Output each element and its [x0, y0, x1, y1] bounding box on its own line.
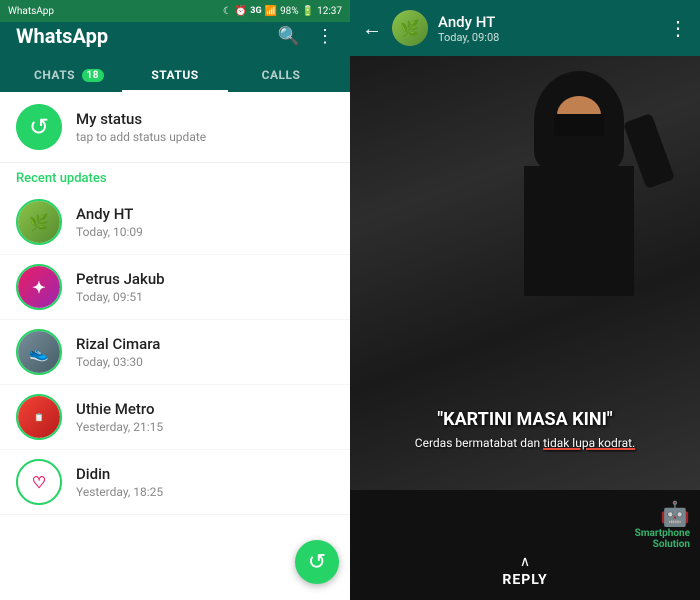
list-item[interactable]: ✦ Petrus Jakub Today, 09:51	[0, 255, 350, 320]
contact-name: Andy HT	[76, 205, 334, 223]
moon-icon: ☾	[223, 6, 232, 17]
meme-text-overlay: "KARTINI MASA KINI" Cerdas bermatabat da…	[350, 409, 700, 450]
watermark-text2: Solution	[653, 539, 690, 550]
tab-chats-badge: 18	[82, 69, 104, 82]
fab-button[interactable]: ↺	[295, 540, 339, 584]
veil	[554, 114, 604, 136]
contact-info: Didin Yesterday, 18:25	[76, 465, 334, 499]
chat-bottom-area: 🤖 Smartphone Solution ∧ REPLY	[350, 490, 700, 600]
body	[524, 166, 634, 296]
list-item[interactable]: 🌿 Andy HT Today, 10:09	[0, 190, 350, 255]
tabs: CHATS 18 STATUS CALLS	[16, 58, 334, 92]
avatar-icon-rizal: 👟	[29, 343, 49, 362]
contact-list: 🌿 Andy HT Today, 10:09 ✦ Petrus Jakub To…	[0, 190, 350, 600]
contact-info: Andy HT Today, 10:09	[76, 205, 334, 239]
avatar: ♡	[16, 459, 62, 505]
tab-chats-label: CHATS	[34, 68, 75, 82]
my-status-name: My status	[76, 110, 206, 128]
more-options-icon[interactable]: ⋮	[316, 26, 334, 47]
tab-chats[interactable]: CHATS 18	[16, 58, 122, 92]
chevron-up-icon: ∧	[520, 554, 530, 570]
contact-time: Yesterday, 21:15	[76, 420, 334, 434]
add-status-icon: ↺	[29, 113, 49, 141]
tab-status[interactable]: STATUS	[122, 58, 228, 92]
contact-name: Petrus Jakub	[76, 270, 334, 288]
meme-subtitle: Cerdas bermatabat dan tidak lupa kodrat.	[360, 436, 690, 450]
contact-info: Uthie Metro Yesterday, 21:15	[76, 400, 334, 434]
avatar-icon-didin: ♡	[32, 473, 46, 492]
status-bar: WhatsApp ☾ ⏰ 3G 📶 98% 🔋 12:37	[0, 0, 350, 22]
my-status-sub: tap to add status update	[76, 130, 206, 144]
contact-name: Rizal Cimara	[76, 335, 334, 353]
avatar: 📋	[16, 394, 62, 440]
header-icons: 🔍 ⋮	[278, 26, 334, 47]
meme-subtitle-underlined: tidak lupa kodrat.	[543, 436, 635, 450]
chat-avatar: 🌿	[392, 10, 428, 46]
chat-contact-time: Today, 09:08	[438, 31, 658, 44]
android-robot-icon: 🤖	[635, 500, 690, 528]
status-bar-left: WhatsApp	[8, 6, 54, 17]
contact-name: Didin	[76, 465, 334, 483]
list-item[interactable]: 👟 Rizal Cimara Today, 03:30	[0, 320, 350, 385]
chat-header: ← 🌿 Andy HT Today, 09:08 ⋮	[350, 0, 700, 56]
my-status-item[interactable]: ↺ My status tap to add status update	[0, 92, 350, 163]
whatsapp-status-label: WhatsApp	[8, 6, 54, 17]
contact-time: Yesterday, 18:25	[76, 485, 334, 499]
chat-contact-name: Andy HT	[438, 13, 658, 31]
list-item[interactable]: ♡ Didin Yesterday, 18:25	[0, 450, 350, 515]
list-item[interactable]: 📋 Uthie Metro Yesterday, 21:15	[0, 385, 350, 450]
chat-avatar-icon: 🌿	[400, 19, 420, 38]
left-panel: WhatsApp ☾ ⏰ 3G 📶 98% 🔋 12:37 WhatsApp 🔍…	[0, 0, 350, 600]
search-icon[interactable]: 🔍	[278, 26, 300, 47]
tab-calls-label: CALLS	[262, 68, 301, 82]
back-button[interactable]: ←	[362, 16, 382, 41]
meme-subtitle-text1: Cerdas bermatabat dan	[415, 436, 543, 450]
battery-icon: 🔋	[302, 6, 314, 17]
clock: 12:37	[317, 6, 342, 17]
watermark: 🤖 Smartphone Solution	[635, 500, 690, 550]
contact-time: Today, 10:09	[76, 225, 334, 239]
avatar: ✦	[16, 264, 62, 310]
reply-area[interactable]: ∧ REPLY	[502, 554, 547, 588]
signal-icon: 📶	[265, 6, 277, 17]
my-status-icon: ↺	[16, 104, 62, 150]
app-title: WhatsApp	[16, 24, 108, 48]
reply-button[interactable]: REPLY	[502, 572, 547, 588]
avatar: 👟	[16, 329, 62, 375]
contact-time: Today, 03:30	[76, 355, 334, 369]
tab-status-label: STATUS	[151, 68, 198, 82]
avatar-icon-uthie: 📋	[34, 413, 44, 423]
network-3g: 3G	[250, 6, 261, 16]
watermark-text1: Smartphone	[635, 528, 690, 539]
avatar: 🌿	[16, 199, 62, 245]
meme-image-area: "KARTINI MASA KINI" Cerdas bermatabat da…	[350, 56, 700, 490]
alarm-icon: ⏰	[235, 6, 247, 17]
right-panel: ← 🌿 Andy HT Today, 09:08 ⋮	[350, 0, 700, 600]
meme-background: "KARTINI MASA KINI" Cerdas bermatabat da…	[350, 56, 700, 490]
contact-name: Uthie Metro	[76, 400, 334, 418]
contact-time: Today, 09:51	[76, 290, 334, 304]
contact-info: Rizal Cimara Today, 03:30	[76, 335, 334, 369]
status-bar-right: ☾ ⏰ 3G 📶 98% 🔋 12:37	[223, 6, 342, 17]
battery-level: 98%	[280, 6, 299, 17]
chat-more-options[interactable]: ⋮	[668, 16, 688, 40]
my-status-info: My status tap to add status update	[76, 110, 206, 144]
chat-contact-info: Andy HT Today, 09:08	[438, 13, 658, 44]
chat-body: "KARTINI MASA KINI" Cerdas bermatabat da…	[350, 56, 700, 600]
tab-calls[interactable]: CALLS	[228, 58, 334, 92]
recent-updates-label: Recent updates	[0, 163, 350, 190]
wa-header-top: WhatsApp 🔍 ⋮	[16, 24, 334, 58]
contact-info: Petrus Jakub Today, 09:51	[76, 270, 334, 304]
avatar-icon-petrus: ✦	[32, 278, 45, 297]
fab-icon: ↺	[308, 550, 326, 575]
avatar-icon-andyht: 🌿	[29, 213, 49, 232]
meme-title: "KARTINI MASA KINI"	[360, 409, 690, 430]
